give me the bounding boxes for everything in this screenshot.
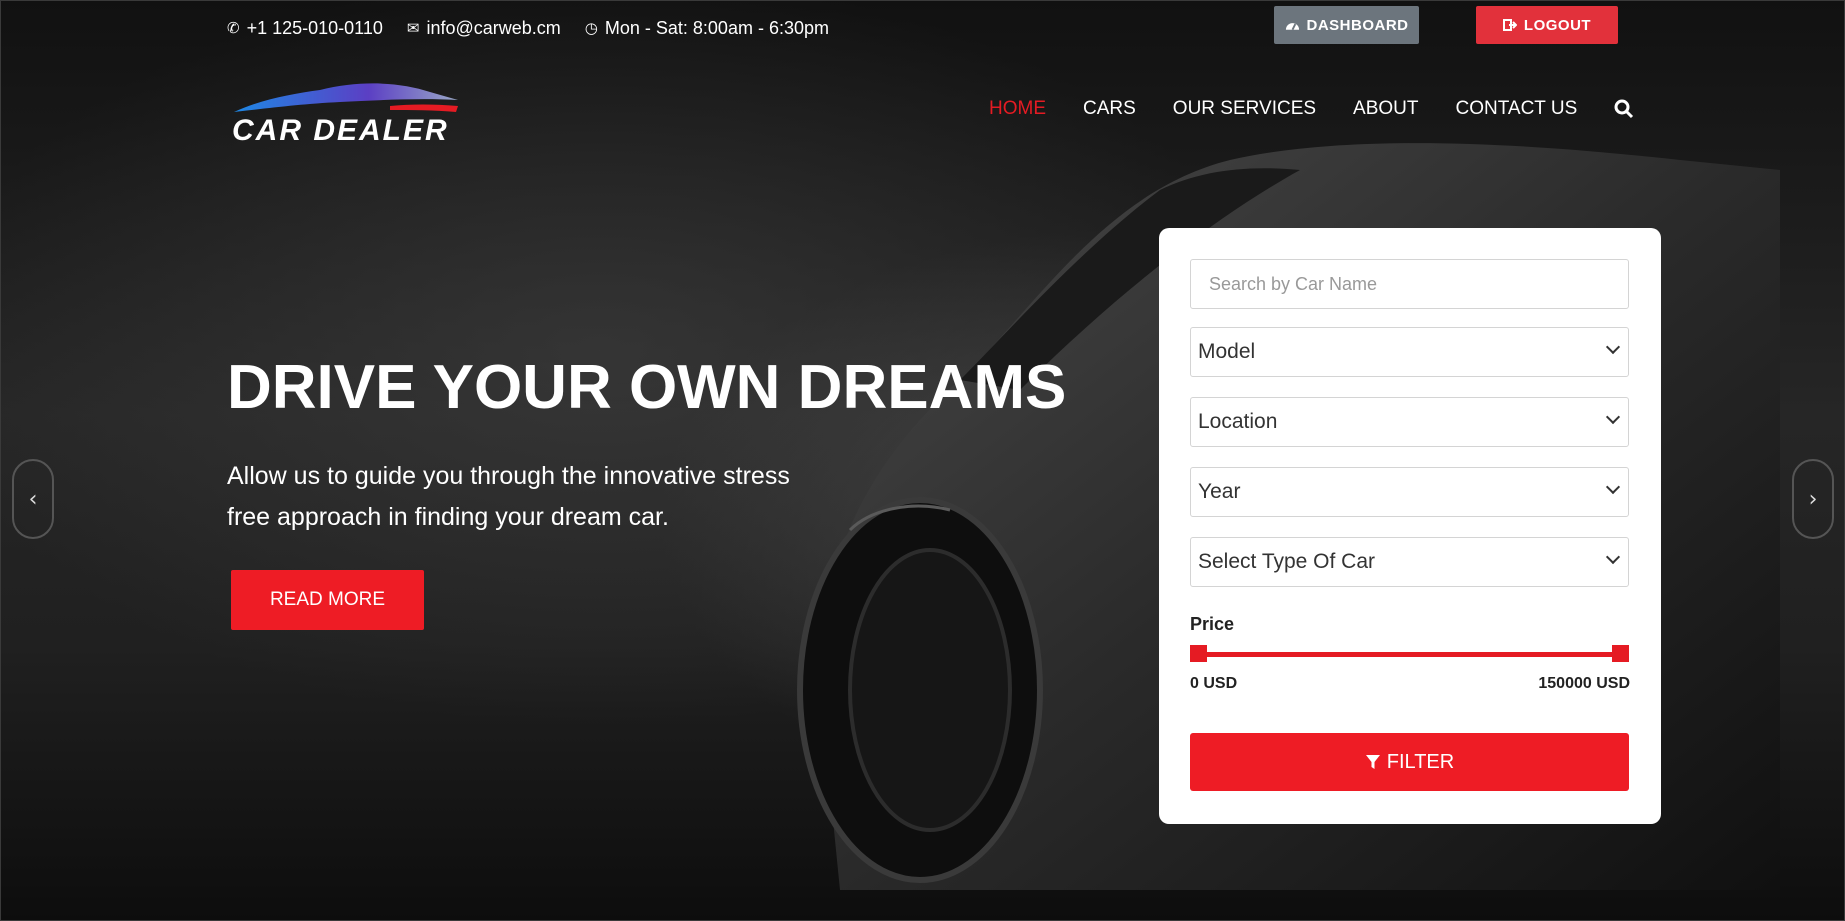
nav-home[interactable]: HOME <box>989 98 1046 120</box>
car-type-select-value: Select Type Of Car <box>1198 550 1376 573</box>
year-select-value: Year <box>1198 480 1241 503</box>
phone-icon: ✆ <box>227 19 240 37</box>
price-min-value: 0 USD <box>1190 675 1238 692</box>
location-select[interactable]: Location <box>1190 397 1629 447</box>
year-select[interactable]: Year <box>1190 467 1629 517</box>
filter-icon <box>1365 755 1380 769</box>
logo-text: CAR DEALER <box>232 114 449 147</box>
dashboard-icon <box>1285 23 1299 31</box>
car-type-select[interactable]: Select Type Of Car <box>1190 537 1629 587</box>
chevron-down-icon <box>1605 409 1621 425</box>
filter-button-label: FILTER <box>1386 750 1455 773</box>
logout-icon <box>1502 19 1517 31</box>
price-range-track <box>1196 652 1623 657</box>
model-select[interactable]: Model <box>1190 327 1629 377</box>
location-select-value: Location <box>1198 410 1278 433</box>
price-label: Price <box>1190 614 1235 634</box>
chevron-down-icon <box>1605 479 1621 495</box>
nav-contact-us[interactable]: CONTACT US <box>1456 98 1578 120</box>
price-range-slider <box>1190 644 1629 664</box>
hero-headline: DRIVE YOUR OWN DREAMS <box>227 353 1067 422</box>
chevron-down-icon <box>1605 549 1621 565</box>
email-info: ✉ info@carweb.cm <box>407 18 561 39</box>
nav-our-services[interactable]: OUR SERVICES <box>1173 98 1316 120</box>
hero-subtext: Allow us to guide you through the innova… <box>227 456 827 538</box>
car-name-search-input[interactable] <box>1190 259 1629 309</box>
clock-icon: ◷ <box>584 19 598 37</box>
chevron-down-icon <box>1605 339 1621 355</box>
phone-info: ✆ +1 125-010-0110 <box>227 18 383 39</box>
hero-subtext-line-1: Allow us to guide you through the innova… <box>227 462 790 490</box>
chevron-right-icon: › <box>1808 486 1818 512</box>
dashboard-label: DASHBOARD <box>1306 16 1409 34</box>
phone-number: +1 125-010-0110 <box>246 17 383 38</box>
hero-subtext-line-2: free approach in finding your dream car. <box>227 503 669 531</box>
chevron-left-icon: ‹ <box>28 486 38 512</box>
nav-about[interactable]: ABOUT <box>1353 98 1418 120</box>
logout-label: LOGOUT <box>1523 16 1592 34</box>
search-icon[interactable] <box>1614 99 1634 119</box>
price-max-handle[interactable] <box>1612 645 1629 662</box>
nav-cars[interactable]: CARS <box>1083 98 1136 120</box>
price-max-value: 150000 USD <box>1538 675 1630 692</box>
dashboard-button[interactable]: DASHBOARD <box>1274 6 1419 44</box>
opening-hours: Mon - Sat: 8:00am - 6:30pm <box>604 17 829 38</box>
logout-button[interactable]: LOGOUT <box>1476 6 1618 44</box>
car-silhouette-logo <box>234 83 458 112</box>
carousel-prev-button[interactable]: ‹ <box>12 459 54 539</box>
main-nav: HOME CARS OUR SERVICES ABOUT CONTACT US <box>989 98 1634 120</box>
hours-info: ◷ Mon - Sat: 8:00am - 6:30pm <box>585 18 829 39</box>
carousel-next-button[interactable]: › <box>1792 459 1834 539</box>
envelope-icon: ✉ <box>406 19 420 37</box>
read-more-button[interactable]: READ MORE <box>231 570 424 630</box>
car-filter-panel: Model Location Year Select Type Of Car P… <box>1159 228 1661 824</box>
filter-button[interactable]: FILTER <box>1190 733 1629 791</box>
price-min-handle[interactable] <box>1190 645 1207 662</box>
model-select-value: Model <box>1198 340 1256 363</box>
contact-bar: ✆ +1 125-010-0110 ✉ info@carweb.cm ◷ Mon… <box>227 14 829 42</box>
site-logo[interactable]: CAR DEALER <box>230 78 462 148</box>
email-address: info@carweb.cm <box>426 17 561 38</box>
